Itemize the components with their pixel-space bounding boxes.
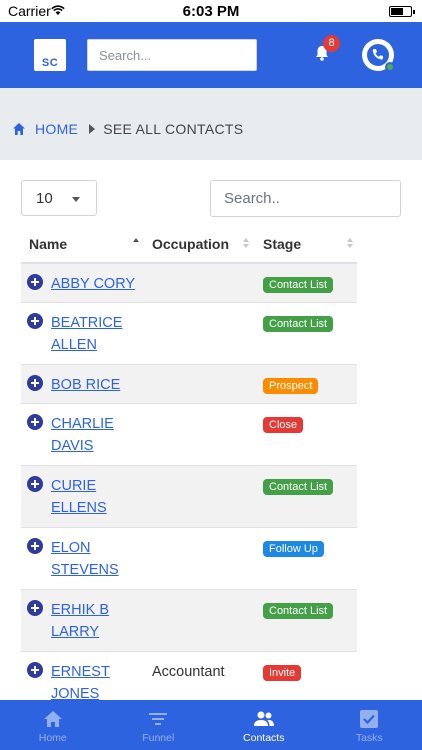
contacts-icon	[253, 711, 274, 726]
contact-occupation: Accountant	[152, 664, 225, 680]
online-status-dot	[385, 62, 395, 72]
contact-name-link[interactable]: ELON STEVENS	[51, 537, 143, 581]
expand-row-icon[interactable]	[27, 600, 43, 616]
stage-badge: Contact List	[263, 479, 334, 495]
tasks-icon	[360, 710, 379, 728]
table-header: Name Occupation Stage	[21, 226, 357, 264]
table-row: CURIE ELLENS Contact List	[21, 466, 357, 528]
contact-name-link[interactable]: ERNEST JONES	[51, 661, 143, 700]
expand-row-icon[interactable]	[27, 414, 43, 430]
tab-contacts[interactable]: Contacts	[211, 700, 317, 750]
contacts-table: Name Occupation Stage ABBY CORY Contact …	[21, 226, 357, 700]
table-row: BEATRICE ALLEN Contact List	[21, 303, 357, 365]
contact-name-link[interactable]: ABBY CORY	[51, 273, 143, 295]
expand-row-icon[interactable]	[27, 375, 43, 391]
user-avatar[interactable]	[362, 39, 395, 72]
contact-name-link[interactable]: CURIE ELLENS	[51, 475, 143, 519]
stage-badge: Contact List	[263, 316, 334, 332]
app-screen: Carrier 6:03 PM SC 8	[0, 0, 422, 750]
stage-badge: Follow Up	[263, 541, 324, 557]
table-row: ELON STEVENS Follow Up	[21, 528, 357, 590]
bottom-nav: Home Funnel Contacts Tasks	[0, 700, 422, 750]
table-search-input[interactable]	[210, 180, 401, 217]
logo-text: SC	[41, 57, 59, 69]
breadcrumb: HOME SEE ALL CONTACTS	[12, 119, 243, 139]
breadcrumb-bar: HOME SEE ALL CONTACTS	[0, 88, 422, 160]
tab-funnel-label: Funnel	[142, 732, 175, 744]
clock-label: 6:03 PM	[182, 3, 240, 20]
expand-row-icon[interactable]	[27, 313, 43, 329]
stage-badge: Contact List	[263, 277, 334, 293]
tab-home[interactable]: Home	[0, 700, 106, 750]
page-size-value: 10	[36, 190, 53, 207]
stage-badge: Close	[263, 417, 304, 433]
page-size-select[interactable]: 10	[21, 180, 97, 216]
table-row: ERNEST JONES Accountant Invite	[21, 652, 357, 700]
expand-row-icon[interactable]	[27, 274, 43, 290]
expand-row-icon[interactable]	[27, 476, 43, 492]
tab-funnel[interactable]: Funnel	[106, 700, 212, 750]
tab-contacts-label: Contacts	[243, 732, 285, 744]
contact-name-link[interactable]: CHARLIE DAVIS	[51, 413, 143, 457]
funnel-icon	[149, 713, 168, 725]
expand-row-icon[interactable]	[27, 662, 43, 678]
sort-icon-name[interactable]	[133, 238, 140, 249]
status-bar: Carrier 6:03 PM	[0, 0, 422, 22]
breadcrumb-home-link[interactable]: HOME	[35, 121, 78, 137]
home-icon[interactable]	[12, 122, 26, 136]
battery-icon	[389, 6, 415, 17]
column-header-occupation[interactable]: Occupation	[152, 236, 229, 252]
stage-badge: Contact List	[263, 603, 334, 619]
sort-icon-stage[interactable]	[347, 238, 354, 249]
table-row: ERHIK B LARRY Contact List	[21, 590, 357, 652]
table-row: BOB RICE Prospect	[21, 365, 357, 404]
breadcrumb-separator-icon	[89, 124, 96, 134]
notification-badge: 8	[323, 35, 340, 52]
table-row: ABBY CORY Contact List	[21, 264, 357, 303]
contact-name-link[interactable]: BOB RICE	[51, 374, 143, 396]
tab-home-label: Home	[38, 732, 67, 744]
contact-name-link[interactable]: ERHIK B LARRY	[51, 599, 143, 643]
app-logo[interactable]: SC	[34, 39, 66, 71]
stage-badge: Invite	[263, 665, 302, 681]
expand-row-icon[interactable]	[27, 538, 43, 554]
tab-tasks[interactable]: Tasks	[317, 700, 422, 750]
chevron-down-icon	[72, 197, 80, 202]
stage-badge: Prospect	[263, 378, 319, 394]
column-header-stage[interactable]: Stage	[263, 236, 301, 252]
header-search-input[interactable]	[87, 39, 257, 71]
home-icon	[43, 711, 62, 727]
sort-icon-occupation[interactable]	[243, 238, 250, 249]
column-header-name[interactable]: Name	[29, 236, 67, 252]
table-row: CHARLIE DAVIS Close	[21, 404, 357, 466]
tab-tasks-label: Tasks	[355, 732, 383, 744]
contact-name-link[interactable]: BEATRICE ALLEN	[51, 312, 143, 356]
breadcrumb-current: SEE ALL CONTACTS	[103, 121, 244, 137]
app-header: SC 8	[0, 22, 422, 88]
contacts-card: 10 Name Occupation Stage ABBY CORY Conta…	[0, 160, 422, 700]
